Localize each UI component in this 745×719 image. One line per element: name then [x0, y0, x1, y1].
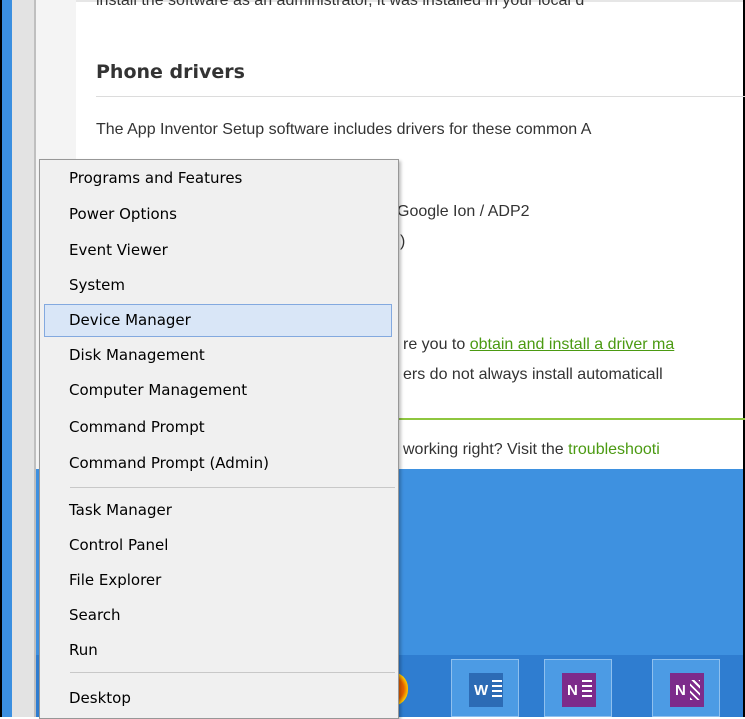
- onenote-icon: N: [562, 673, 596, 707]
- driver-line-1: Google Ion / ADP2: [397, 203, 530, 220]
- driver-need-text: re you to obtain and install a driver ma: [403, 336, 674, 354]
- menu-item-computer-management[interactable]: Computer Management: [44, 374, 392, 407]
- menu-item-desktop[interactable]: Desktop: [44, 682, 392, 715]
- taskbar-word-button[interactable]: W: [451, 659, 519, 717]
- menu-item-control-panel[interactable]: Control Panel: [44, 529, 392, 562]
- menu-item-programs-and-features[interactable]: Programs and Features: [44, 162, 392, 195]
- menu-item-system[interactable]: System: [44, 269, 392, 302]
- onenote-clipping-icon: N: [670, 673, 704, 707]
- driver-line-2: ): [400, 233, 406, 250]
- taskbar-onenote-clipping-button[interactable]: N: [652, 659, 720, 717]
- taskbar-onenote-button[interactable]: N: [544, 659, 612, 717]
- troubleshooting-link[interactable]: troubleshooti: [568, 441, 660, 458]
- menu-item-file-explorer[interactable]: File Explorer: [44, 564, 392, 597]
- driver-need-prefix: re you to: [403, 336, 466, 353]
- troubleshoot-prefix: working right? Visit the: [403, 441, 564, 458]
- menu-item-search[interactable]: Search: [44, 599, 392, 632]
- menu-item-power-options[interactable]: Power Options: [44, 198, 392, 231]
- menu-item-command-prompt-admin[interactable]: Command Prompt (Admin): [44, 447, 392, 480]
- word-icon: W: [469, 673, 503, 707]
- menu-item-disk-management[interactable]: Disk Management: [44, 339, 392, 372]
- menu-separator: [70, 487, 395, 488]
- intro-text: The App Inventor Setup software includes…: [96, 121, 592, 138]
- menu-item-command-prompt[interactable]: Command Prompt: [44, 411, 392, 444]
- menu-item-event-viewer[interactable]: Event Viewer: [44, 234, 392, 267]
- driver-install-link[interactable]: obtain and install a driver ma: [470, 336, 675, 353]
- menu-item-run[interactable]: Run: [44, 634, 392, 667]
- menu-separator: [70, 672, 395, 673]
- menu-item-device-manager[interactable]: Device Manager: [44, 304, 392, 337]
- window-edge-accent: [2, 0, 12, 717]
- power-user-menu: Programs and Features Power Options Even…: [39, 159, 399, 719]
- section-heading: Phone drivers: [96, 61, 245, 83]
- menu-item-task-manager[interactable]: Task Manager: [44, 494, 392, 527]
- heading-divider: [96, 96, 745, 97]
- window-left-chrome: [12, 0, 34, 717]
- cut-off-text: install the software as an administrator…: [96, 0, 585, 9]
- troubleshoot-text: working right? Visit the troubleshooti: [403, 441, 660, 459]
- auto-install-text: ers do not always install automaticall: [403, 366, 663, 383]
